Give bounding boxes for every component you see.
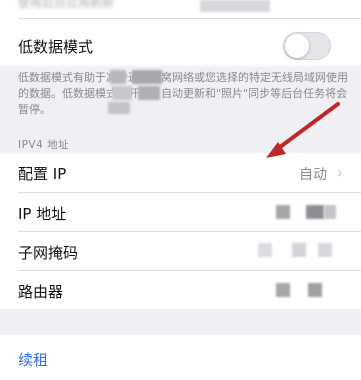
annotation-arrow-shaft (274, 102, 340, 152)
annotation-arrow (266, 102, 340, 158)
